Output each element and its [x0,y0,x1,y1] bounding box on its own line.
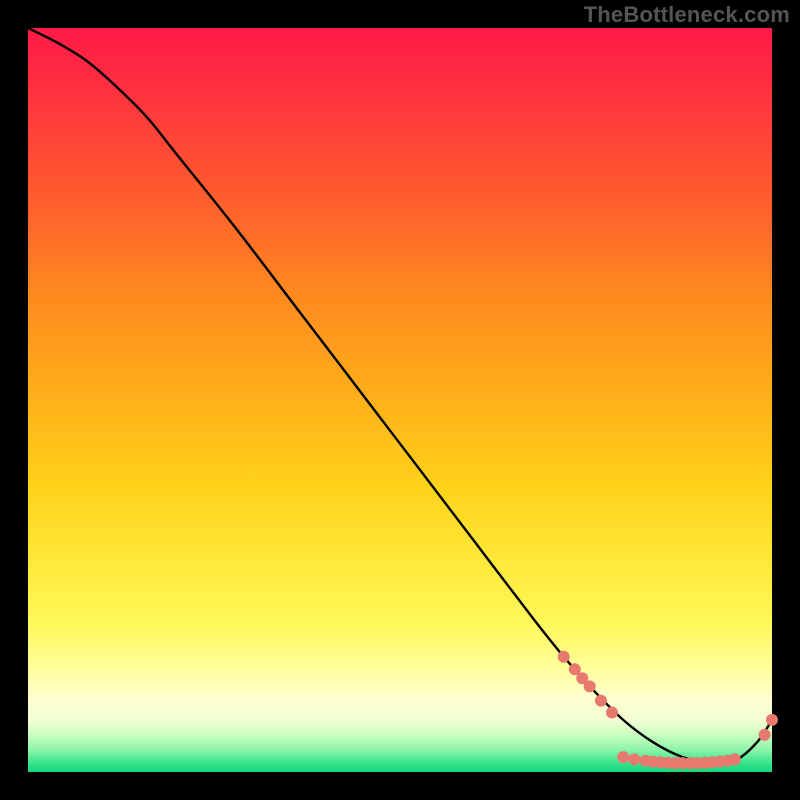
curve-line [28,28,772,764]
plot-area [28,28,772,772]
data-point [729,753,741,765]
data-point [759,729,771,741]
data-point [584,680,596,692]
chart-svg [28,28,772,772]
data-point [766,714,778,726]
chart-frame: TheBottleneck.com [0,0,800,800]
data-point [606,707,618,719]
data-point [617,751,629,763]
data-point [558,651,570,663]
data-point [595,695,607,707]
watermark-text: TheBottleneck.com [584,2,790,28]
data-point [628,753,640,765]
